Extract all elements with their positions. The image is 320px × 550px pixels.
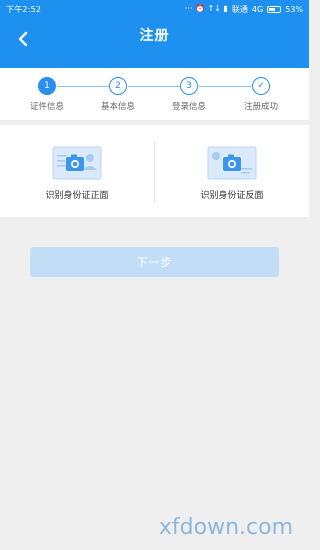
back-button[interactable]: [8, 24, 38, 54]
step-id-info: 1 证件信息: [17, 77, 77, 112]
network-label: 4G: [251, 4, 264, 14]
step-label: 证件信息: [29, 102, 64, 112]
battery-percent: 53%: [285, 4, 303, 14]
next-step-button[interactable]: 下一步: [30, 247, 279, 277]
scan-id-front-label: 识别身份证正面: [45, 190, 109, 201]
progress-steps: 1 证件信息 2 基本信息 3 登录信息 ✓ 注册成功: [0, 68, 309, 120]
nav-bar: 注册: [0, 18, 309, 68]
scan-id-back-button[interactable]: 识别身份证反面: [155, 125, 309, 217]
page-title: 注册: [139, 28, 170, 44]
carrier-label: 联通: [231, 4, 248, 14]
watermark: xfdown.com: [158, 515, 293, 540]
step-number: 1: [38, 77, 56, 95]
id-card-back-camera-icon: [207, 146, 257, 179]
battery-icon: [267, 5, 282, 13]
step-number: 2: [109, 77, 127, 95]
status-icons: ··· ⏰ ↑↓ ▮ 联通 4G 53%: [185, 4, 303, 15]
step-basic-info: 2 基本信息: [88, 77, 148, 112]
step-login-info: 3 登录信息: [159, 77, 219, 112]
status-time: 下午2:52: [6, 4, 42, 14]
chevron-left-icon: [18, 31, 28, 47]
status-indicators-icon: ··· ⏰ ↑↓ ▮: [184, 4, 228, 13]
status-bar: 下午2:52 ··· ⏰ ↑↓ ▮ 联通 4G 53%: [0, 0, 309, 18]
step-success: ✓ 注册成功: [231, 77, 291, 112]
step-number: 3: [180, 77, 198, 95]
step-label: 登录信息: [171, 102, 206, 112]
scan-id-front-button[interactable]: 识别身份证正面: [0, 125, 154, 217]
app-header: 下午2:52 ··· ⏰ ↑↓ ▮ 联通 4G 53% 注册: [0, 0, 309, 68]
id-scan-panel: 识别身份证正面 识别身份证反面: [0, 125, 309, 217]
step-label: 注册成功: [243, 102, 278, 112]
checkmark-icon: ✓: [252, 77, 270, 95]
id-card-front-camera-icon: [52, 146, 102, 179]
step-label: 基本信息: [100, 102, 135, 112]
scan-id-back-label: 识别身份证反面: [200, 190, 264, 201]
